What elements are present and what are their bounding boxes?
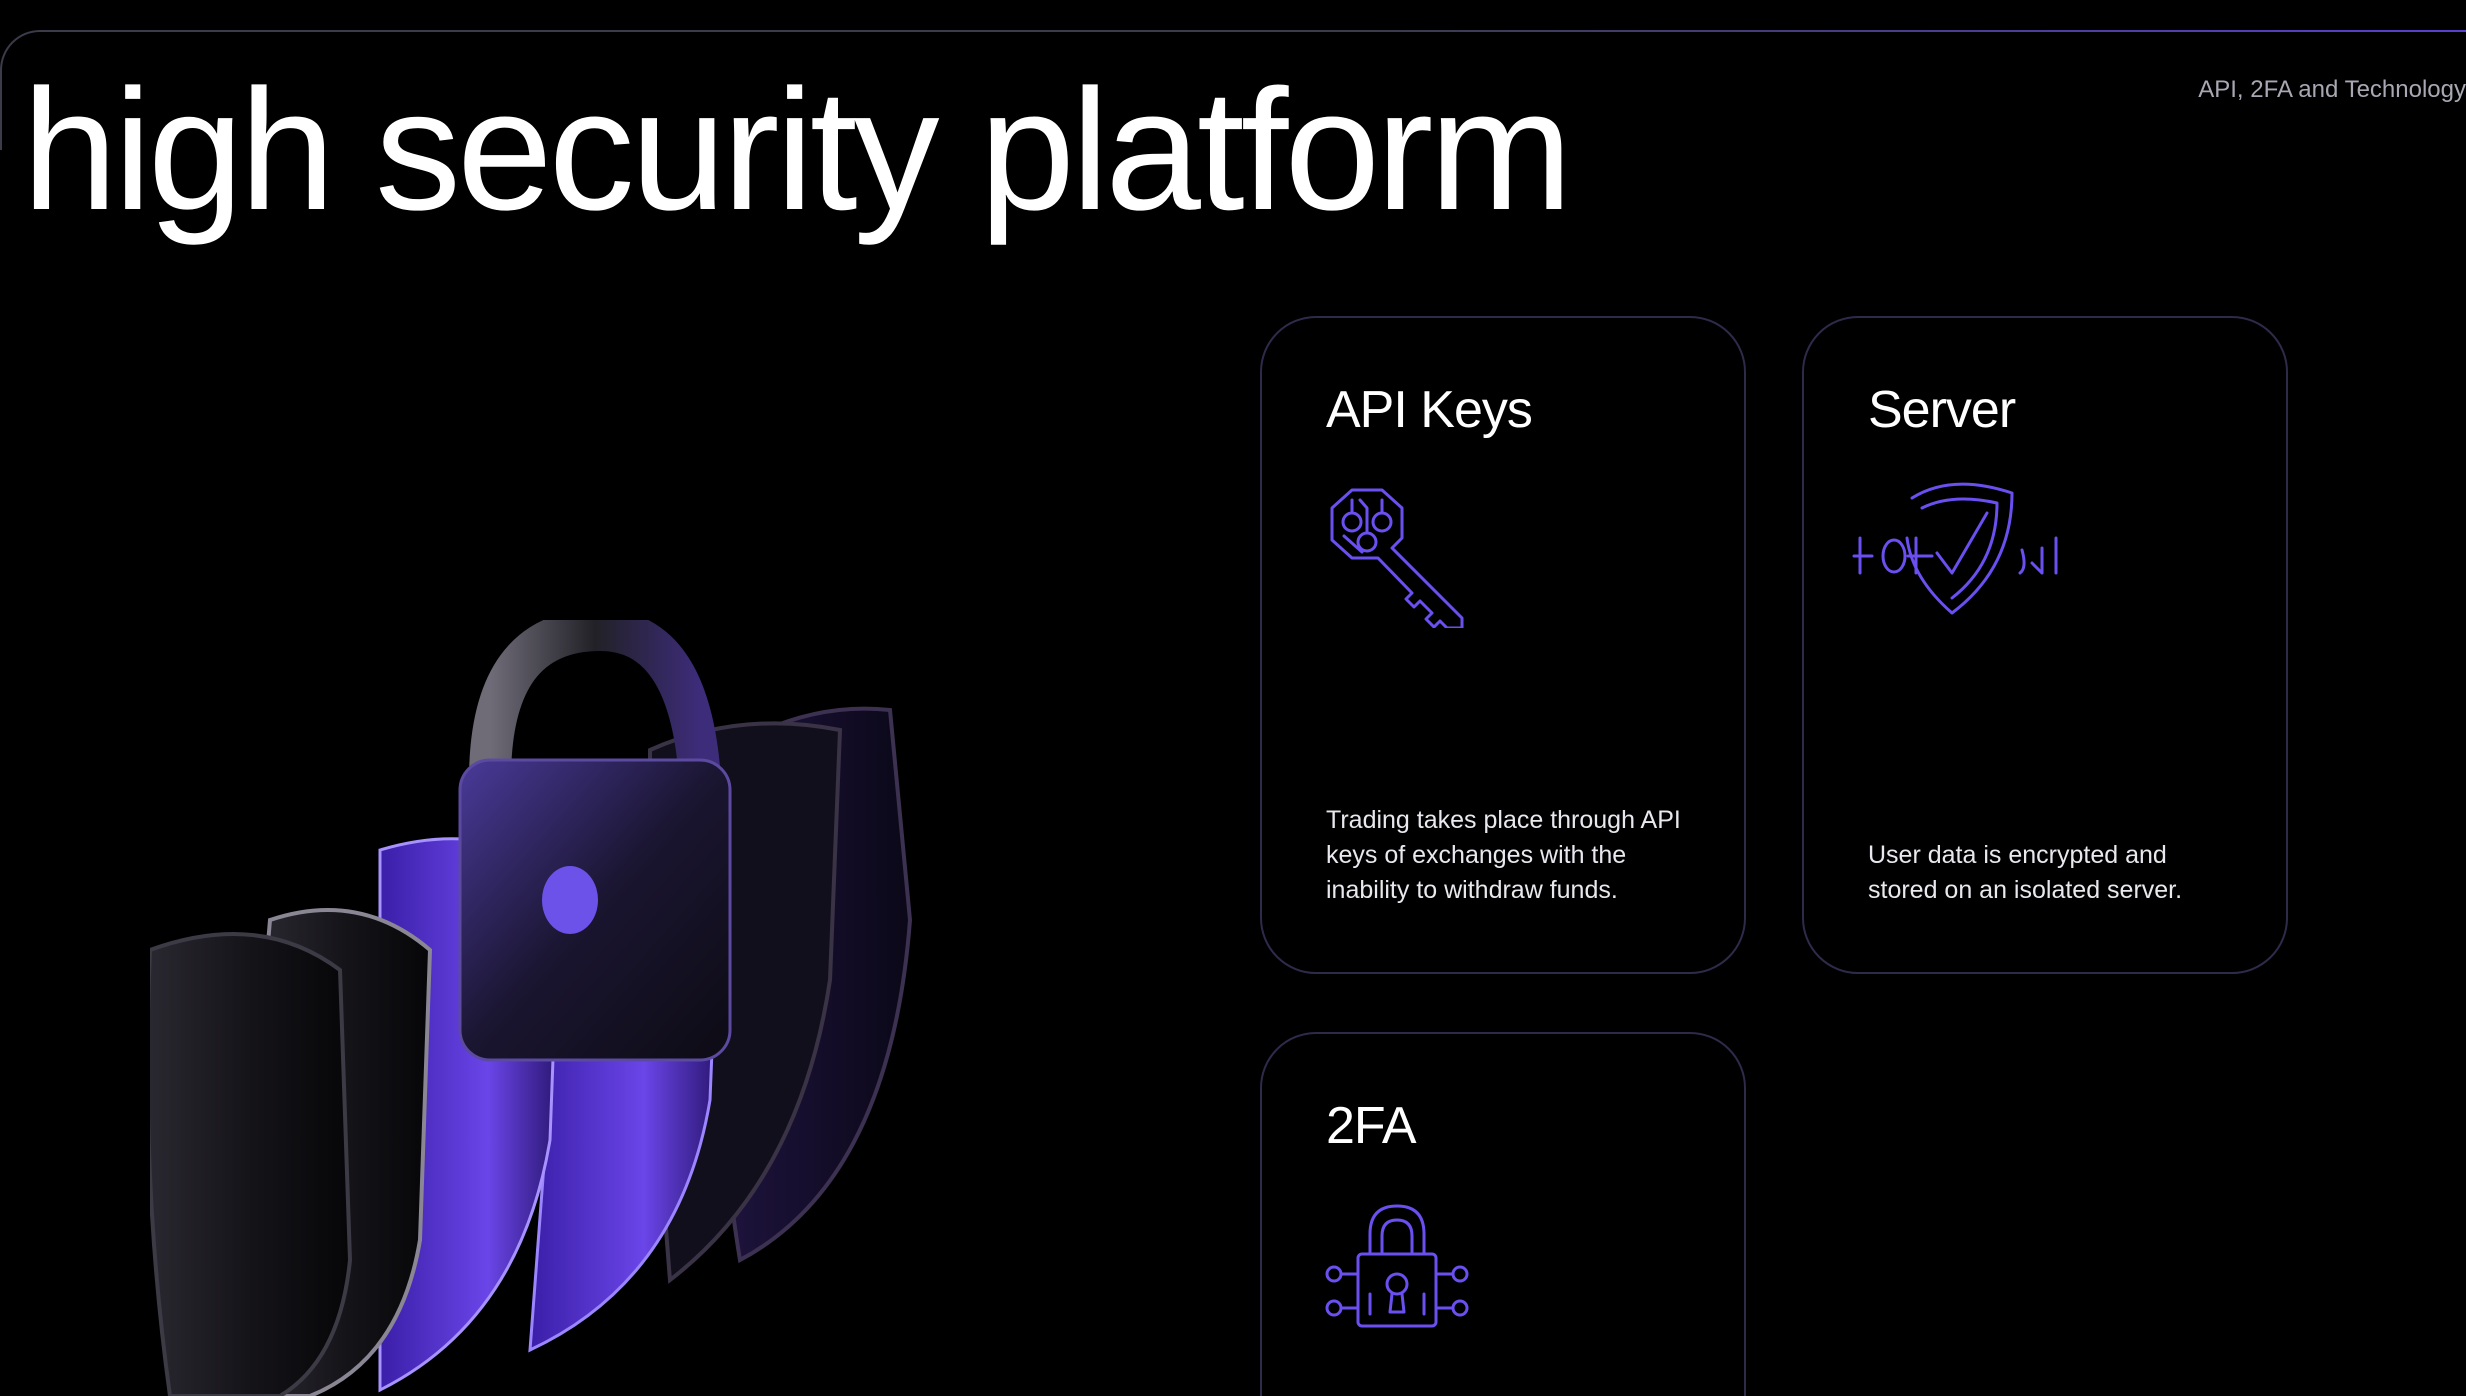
card-title: Server [1868,381,2016,439]
shield-binary-icon [1852,478,2062,628]
key-circuit-icon [1322,478,1472,628]
padlock-shields-illustration [150,620,1090,1396]
feature-card-server: Server User data is encrypted and stored… [1802,316,2288,974]
padlock-circuit-icon [1322,1194,1472,1344]
card-title: 2FA [1326,1097,1416,1155]
card-description: User data is encrypted and stored on an … [1868,841,2183,904]
card-description: Trading takes place through API keys of … [1326,806,1681,904]
feature-card-2fa: 2FA [1260,1032,1746,1396]
section-tag: API, 2FA and Technology [2198,76,2466,103]
page-title: high security platform [22,54,1573,246]
card-title: API Keys [1326,381,1533,439]
feature-card-api-keys: API Keys Trading takes place through API… [1260,316,1746,974]
